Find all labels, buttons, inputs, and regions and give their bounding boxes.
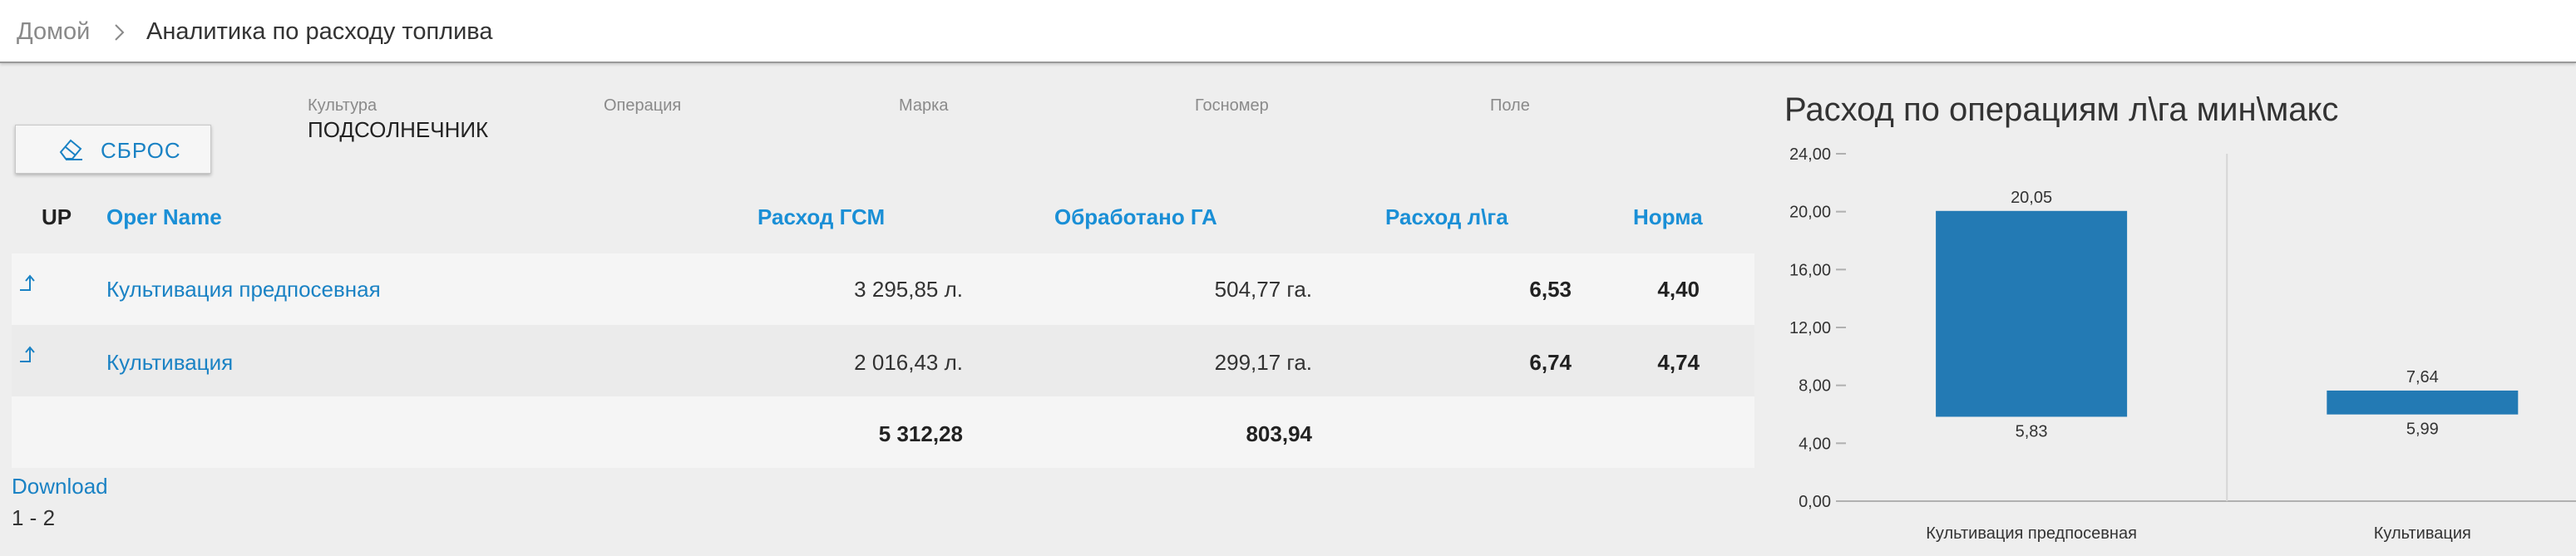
area-total: 803,94	[1246, 421, 1312, 446]
data-label-max: 7,64	[2406, 368, 2439, 386]
reset-button-label: СБРОС	[101, 138, 181, 163]
fuel-total: 5 312,28	[878, 421, 963, 446]
filter-label: Культура	[308, 96, 378, 115]
data-label-min: 5,99	[2406, 421, 2439, 439]
bar	[2327, 390, 2519, 415]
table-row[interactable]: Культивация предпосевная 3 295,85 л. 504…	[12, 253, 1754, 325]
column-header-norm[interactable]: Норма	[1633, 204, 1703, 230]
column-header-area[interactable]: Обработано ГА	[1054, 204, 1217, 230]
bar	[1936, 210, 2128, 417]
area-value: 299,17 га.	[1214, 350, 1312, 375]
download-link[interactable]: Download	[12, 474, 108, 499]
column-header-up[interactable]: UP	[42, 204, 72, 230]
chart-title: Расход по операциям л\га мин\макс	[1784, 91, 2339, 128]
x-tick-label: Культивация предпосевная	[1926, 524, 2137, 543]
column-header-oper-name[interactable]: Oper Name	[106, 204, 222, 230]
filter-label: Операция	[604, 96, 682, 115]
y-tick-label: 24,00	[1789, 145, 1831, 164]
oper-name-link[interactable]: Культивация предпосевная	[106, 277, 381, 303]
filter-culture[interactable]: Культура ПОДСОЛНЕЧНИК	[308, 96, 488, 143]
filter-value: ПОДСОЛНЕЧНИК	[308, 117, 489, 142]
y-tick-label: 12,00	[1789, 319, 1831, 337]
rate-value: 6,53	[1529, 277, 1572, 302]
y-tick-label: 4,00	[1799, 435, 1831, 453]
filter-label: Госномер	[1195, 96, 1269, 115]
page-title: Аналитика по расходу топлива	[146, 18, 493, 45]
drill-up-icon[interactable]	[18, 345, 43, 367]
filter-field[interactable]: Поле	[1490, 96, 1530, 116]
filter-brand[interactable]: Марка	[899, 96, 948, 116]
filter-operation[interactable]: Операция	[604, 96, 681, 116]
filter-plate-number[interactable]: Госномер	[1195, 96, 1269, 116]
chevron-right-icon	[111, 17, 128, 53]
y-tick-label: 0,00	[1799, 493, 1831, 511]
breadcrumb-home-link[interactable]: Домой	[17, 18, 90, 46]
data-label-max: 20,05	[2011, 189, 2052, 207]
table-totals-row: 5 312,28 803,94	[12, 396, 1754, 468]
fuel-value: 2 016,43 л.	[854, 350, 963, 375]
column-header-rate[interactable]: Расход л\га	[1385, 204, 1508, 230]
rate-value: 6,74	[1529, 350, 1572, 375]
table-row[interactable]: Культивация 2 016,43 л. 299,17 га. 6,74 …	[12, 325, 1754, 396]
norm-value: 4,40	[1657, 277, 1700, 302]
norm-value: 4,74	[1657, 350, 1700, 375]
y-tick-label: 20,00	[1789, 204, 1831, 222]
reset-button[interactable]: СБРОС	[15, 125, 211, 174]
drill-up-icon[interactable]	[18, 273, 43, 295]
y-tick-label: 16,00	[1789, 261, 1831, 279]
oper-name-link[interactable]: Культивация	[106, 350, 233, 376]
filter-label: Марка	[899, 96, 949, 115]
column-header-fuel[interactable]: Расход ГСМ	[758, 204, 885, 230]
bar-chart: 0,00 4,00 8,00 12,00 16,00 20,00 24,00 20,05 5,8…	[1789, 145, 2576, 543]
area-value: 504,77 га.	[1214, 277, 1312, 302]
x-tick-label: Культивация	[2374, 524, 2471, 543]
y-tick-label: 8,00	[1799, 377, 1831, 396]
top-bar: Домой Аналитика по расходу топлива	[0, 0, 2576, 63]
filter-label: Поле	[1490, 96, 1530, 115]
data-label-min: 5,83	[2016, 422, 2048, 440]
pagination-range: 1 - 2	[12, 505, 56, 530]
fuel-value: 3 295,85 л.	[854, 277, 963, 302]
eraser-icon	[57, 137, 84, 162]
